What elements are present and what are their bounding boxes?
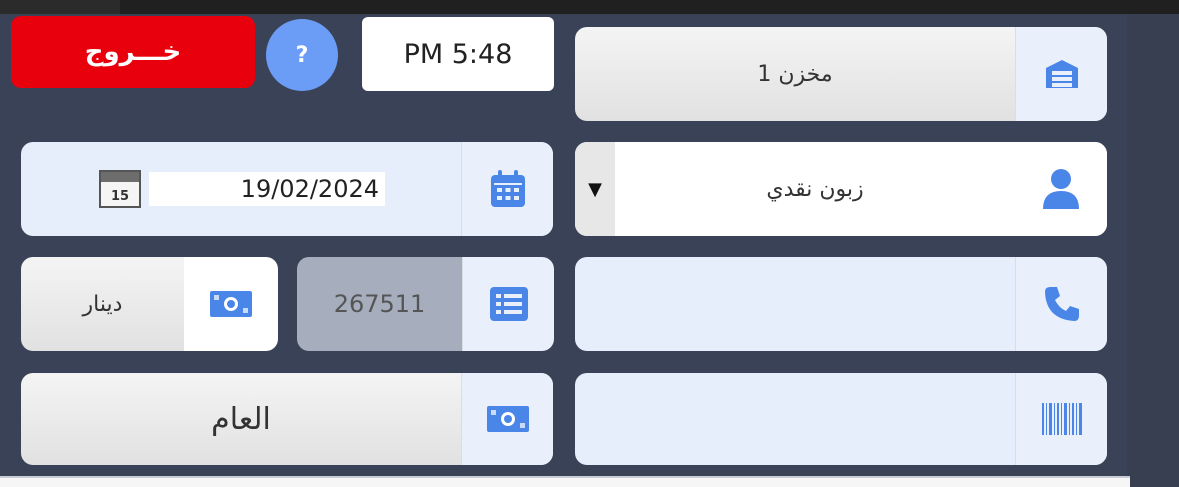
cashbox-value: العام <box>211 401 271 437</box>
cashbox-select[interactable]: العام <box>21 373 553 465</box>
date-input-area: 15 19/02/2024 <box>21 142 461 236</box>
money-icon <box>184 257 278 351</box>
date-picker-icon[interactable]: 15 <box>99 170 141 208</box>
phone-field[interactable] <box>575 257 1107 351</box>
help-button[interactable]: ? <box>266 19 338 91</box>
money-icon <box>461 373 553 465</box>
warehouse-value: مخزن 1 <box>757 61 833 87</box>
invoice-number-field: 267511 <box>297 257 554 351</box>
currency-value: دينار <box>21 257 184 351</box>
invoice-number-value: 267511 <box>297 257 462 351</box>
warehouse-select[interactable]: مخزن 1 <box>575 27 1107 121</box>
time-display: PM 5:48 <box>362 17 554 91</box>
barcode-input[interactable] <box>575 373 1015 465</box>
customer-value: زبون نقدي <box>615 142 1015 236</box>
table-header-edge <box>0 476 1130 487</box>
warehouse-icon <box>1015 27 1107 121</box>
exit-button[interactable]: خـــروج <box>11 16 255 88</box>
window-top-strip-left <box>0 0 120 14</box>
user-icon <box>1015 142 1107 236</box>
window-top-strip <box>0 0 1179 14</box>
chevron-down-icon[interactable]: ▼ <box>575 142 615 236</box>
date-field[interactable]: 15 19/02/2024 <box>21 142 553 236</box>
list-icon <box>462 257 554 351</box>
date-input[interactable]: 19/02/2024 <box>149 172 385 206</box>
customer-select[interactable]: ▼ زبون نقدي <box>575 142 1107 236</box>
barcode-field[interactable] <box>575 373 1107 465</box>
barcode-icon <box>1015 373 1107 465</box>
right-edge-panel <box>1127 14 1179 487</box>
phone-icon <box>1015 257 1107 351</box>
calendar-icon <box>461 142 553 236</box>
currency-field[interactable]: دينار <box>21 257 278 351</box>
phone-input[interactable] <box>575 257 1015 351</box>
